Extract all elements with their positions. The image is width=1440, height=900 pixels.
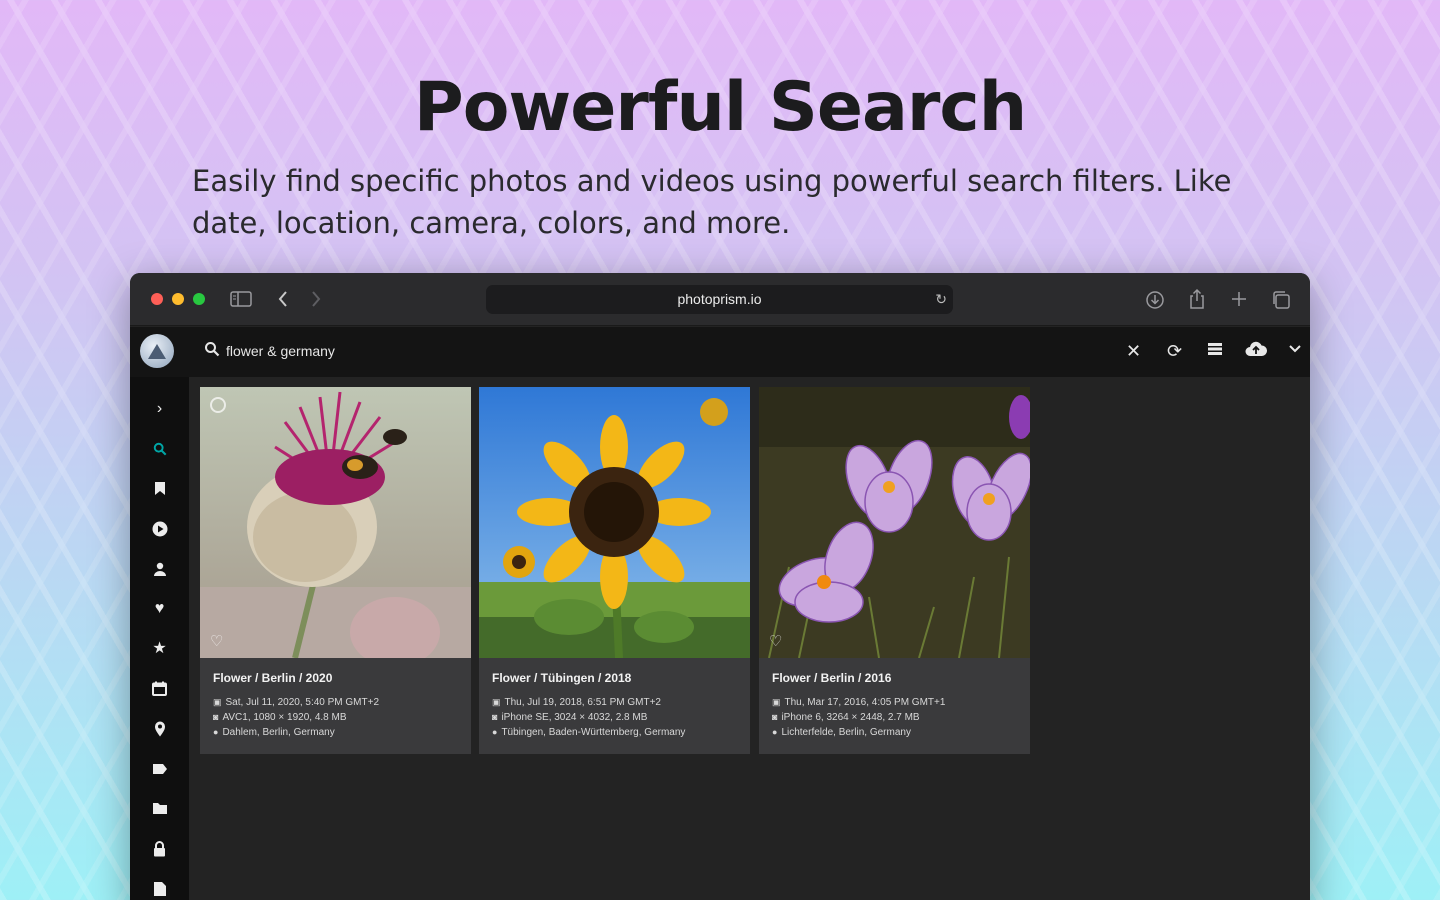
- nav-favorites[interactable]: ♥: [130, 594, 189, 624]
- forward-icon[interactable]: [310, 290, 322, 311]
- photo-title: Flower / Tübingen / 2018: [492, 671, 632, 685]
- photo-location: ● Tübingen, Baden-Württemberg, Germany: [492, 727, 686, 738]
- person-icon: [153, 560, 167, 577]
- photo-date: ▣ Thu, Jul 19, 2018, 6:51 PM GMT+2: [492, 697, 661, 708]
- hero-title: Powerful Search: [413, 68, 1027, 147]
- nav-calendar[interactable]: [130, 674, 189, 704]
- address-bar[interactable]: photoprism.io ↻: [486, 285, 953, 314]
- calendar-icon: ▣: [213, 697, 222, 707]
- nav-videos[interactable]: [130, 514, 189, 544]
- download-icon[interactable]: [1145, 290, 1165, 313]
- photo-location: ● Lichterfelde, Berlin, Germany: [772, 727, 911, 738]
- calendar-icon: [152, 680, 167, 697]
- minimize-window-button[interactable]: [172, 293, 184, 305]
- nav-places[interactable]: [130, 714, 189, 744]
- tabs-overview-icon[interactable]: [1271, 290, 1291, 313]
- hero-subtitle: Easily find specific photos and videos u…: [192, 164, 1232, 240]
- photo-title: Flower / Berlin / 2016: [772, 671, 892, 685]
- photo-camera: ◙ iPhone 6, 3264 × 2448, 2.7 MB: [772, 712, 920, 723]
- maximize-window-button[interactable]: [193, 293, 205, 305]
- photo-card[interactable]: ♡ Flower / Berlin / 2020 ▣ Sat, Jul 11, 2…: [200, 387, 471, 754]
- calendar-icon: ▣: [772, 697, 781, 707]
- photo-thumbnail-crocus[interactable]: ♡: [759, 387, 1030, 658]
- browser-window: photoprism.io ↻ ✕ ⟳: [130, 273, 1310, 900]
- folder-icon: [152, 800, 168, 817]
- back-icon[interactable]: [277, 290, 289, 311]
- nav-people[interactable]: [130, 554, 189, 584]
- share-icon[interactable]: [1188, 288, 1206, 313]
- camera-icon: ◙: [772, 712, 778, 722]
- map-pin-icon: ●: [772, 727, 778, 737]
- photoprism-logo[interactable]: [140, 334, 174, 368]
- nav-folders[interactable]: [130, 794, 189, 824]
- heart-outline-icon[interactable]: ♡: [210, 632, 223, 650]
- nav-library[interactable]: [130, 874, 189, 900]
- map-pin-icon: [154, 720, 166, 737]
- nav-albums[interactable]: [130, 474, 189, 504]
- photo-date: ▣ Thu, Mar 17, 2016, 4:05 PM GMT+1: [772, 697, 946, 708]
- app-toolbar: ✕ ⟳: [130, 327, 1310, 377]
- map-pin-icon: ●: [492, 727, 498, 737]
- heart-icon: ♥: [154, 600, 165, 617]
- photo-card[interactable]: Flower / Tübingen / 2018 ▣ Thu, Jul 19, 2…: [479, 387, 750, 754]
- close-window-button[interactable]: [151, 293, 163, 305]
- browser-titlebar: photoprism.io ↻: [130, 273, 1310, 326]
- reload-icon[interactable]: ↻: [935, 285, 947, 314]
- camera-icon: ◙: [213, 712, 219, 722]
- photo-camera: ◙ iPhone SE, 3024 × 4032, 2.8 MB: [492, 712, 648, 723]
- photo-grid: ♡ Flower / Berlin / 2020 ▣ Sat, Jul 11, 2…: [189, 377, 1310, 900]
- photo-location: ● Dahlem, Berlin, Germany: [213, 727, 335, 738]
- photo-thumbnail-sunflower[interactable]: [479, 387, 750, 658]
- photo-thumbnail-thistle[interactable]: ♡: [200, 387, 471, 658]
- chevron-right-icon: ›: [156, 400, 163, 417]
- camera-icon: ◙: [492, 712, 498, 722]
- search-input[interactable]: [226, 339, 526, 363]
- select-toggle[interactable]: [210, 397, 226, 413]
- label-icon: [152, 760, 168, 777]
- lock-icon: [153, 840, 166, 857]
- new-tab-icon[interactable]: [1230, 290, 1248, 311]
- play-icon: [152, 520, 168, 537]
- star-icon: ★: [152, 640, 167, 657]
- refresh-icon[interactable]: ⟳: [1167, 340, 1182, 362]
- search-icon: [204, 341, 220, 362]
- sidebar-icon[interactable]: [230, 290, 252, 311]
- photo-camera: ◙ AVC1, 1080 × 1920, 4.8 MB: [213, 712, 347, 723]
- map-pin-icon: ●: [213, 727, 219, 737]
- photo-date: ▣ Sat, Jul 11, 2020, 5:40 PM GMT+2: [213, 697, 380, 708]
- chevron-down-icon[interactable]: [1289, 340, 1301, 362]
- url-text: photoprism.io: [677, 291, 762, 307]
- heart-outline-icon[interactable]: ♡: [769, 632, 782, 650]
- upload-icon[interactable]: [1245, 340, 1268, 362]
- bookmark-icon: [154, 480, 166, 497]
- calendar-icon: ▣: [492, 697, 501, 707]
- window-controls: [151, 293, 205, 305]
- photo-title: Flower / Berlin / 2020: [213, 671, 333, 685]
- search-icon: [153, 440, 167, 457]
- nav-labels[interactable]: [130, 754, 189, 784]
- nav-private[interactable]: [130, 834, 189, 864]
- nav-search[interactable]: [130, 434, 189, 464]
- library-icon: [152, 880, 168, 897]
- nav-moments[interactable]: ★: [130, 634, 189, 664]
- photo-card[interactable]: ♡ Flower / Berlin / 2016 ▣ Thu, Mar 17, 2…: [759, 387, 1030, 754]
- list-view-icon[interactable]: [1207, 340, 1223, 362]
- clear-icon[interactable]: ✕: [1126, 340, 1141, 362]
- app-sidebar: › ♥ ★: [130, 377, 189, 900]
- nav-expand[interactable]: ›: [130, 394, 189, 424]
